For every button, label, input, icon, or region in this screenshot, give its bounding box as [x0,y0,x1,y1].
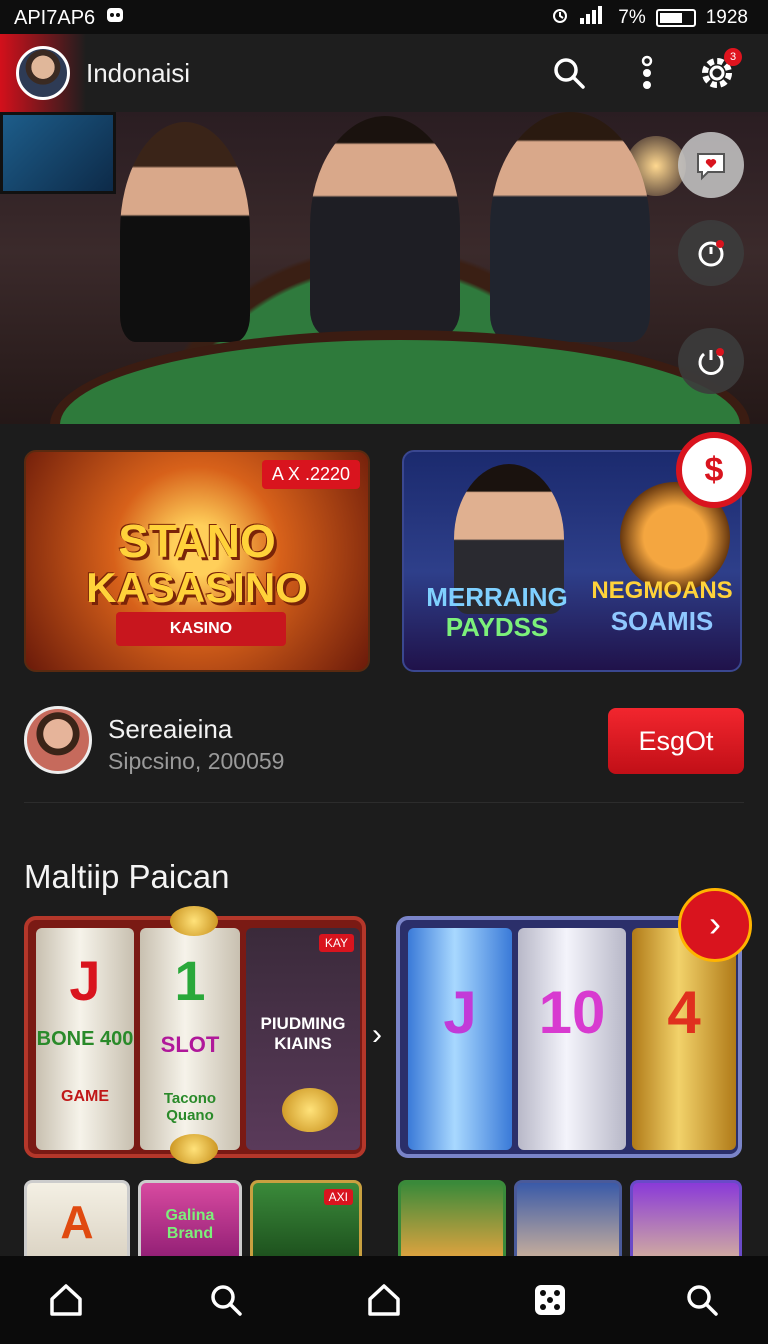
thumb1-label: A [60,1196,94,1248]
slot-game-left[interactable]: J BONE 400 GAME 1 SLOT Tacono Quano KAY … [24,916,366,1158]
thumb2-label: Galina Brand [165,1207,215,1242]
user-avatar[interactable] [24,706,92,774]
promo-headline-line1: STANO [118,515,276,567]
chevron-right-icon[interactable]: › [372,1018,382,1052]
timer-icon[interactable] [678,220,744,286]
signal-icon [580,6,608,30]
reel2-symbol-bottom: Tacono Quano [163,1090,217,1124]
dealer-woman [120,122,250,342]
clock: 1928 [705,7,748,28]
promo-badge: A X .2220 [261,460,360,489]
settings-gear-icon[interactable]: 3 [696,48,742,94]
thumb3-tag: AXI [323,1189,353,1205]
coin-bottom-icon [170,1134,218,1164]
dealer-man-right [490,112,650,342]
dice-icon[interactable] [528,1278,572,1322]
battery-icon [655,9,696,27]
promo-right-line4: SOAMIS [610,606,714,636]
hero-banner[interactable] [0,112,768,424]
search-nav-icon[interactable] [204,1278,248,1322]
poker-table [50,330,750,424]
home-icon[interactable] [44,1278,88,1322]
battery-percent: 7% [618,7,646,28]
promo-right-line2: PAYDSS [445,612,549,642]
user-name: Sereaieina [108,714,233,744]
dealer-man-center [310,116,460,336]
next-arrow-button[interactable]: › [678,888,752,962]
reel-blue-symbol: J [443,979,477,1046]
home-outline-icon[interactable] [362,1278,406,1322]
slot-reel-3: KAY PIUDMING KIAINS [246,928,360,1150]
reel-gold-symbol: 4 [667,979,701,1046]
promo-card-stano[interactable]: A X .2220 STANO KASASINO KASINO [24,450,370,672]
promo-right-line3: NEGMOANS [591,577,733,604]
promo-ribbon: KASINO [116,612,286,646]
app-title: Indonaisi [86,58,191,88]
slot-tag: KAY [318,934,354,952]
alarm-icon [550,5,570,31]
cta-button[interactable]: EsgOt [608,708,744,774]
chat-bubble-icon[interactable] [678,132,744,198]
reel1-symbol-mid: BONE 400 [36,1028,134,1050]
notification-app-icon [105,5,125,31]
coin-icon [282,1088,338,1132]
search-nav-icon-2[interactable] [680,1278,724,1322]
status-bar: API7AP6 7% 1928 [0,0,768,34]
section-title: Maltiip Paican [24,858,230,895]
reel1-symbol-bottom: GAME [61,1088,109,1105]
slot-reel-2: 1 SLOT Tacono Quano [140,928,240,1150]
power-timer-icon[interactable] [678,328,744,394]
user-subtitle: Sipcsino, 200059 [108,748,285,774]
reel2-symbol-mid: SLOT [160,1032,220,1057]
coin-top-icon [170,906,218,936]
reel1-symbol-top: J [69,949,101,1012]
slot-reel-blue: J [408,928,512,1150]
more-vertical-icon[interactable] [626,52,668,94]
reel2-symbol-top: 1 [174,949,206,1012]
reel3-caption: PIUDMING KIAINS [260,1014,346,1053]
hero-tv-screen [0,112,116,194]
promo-right-line1: MERRAING [426,582,568,612]
notification-badge: 3 [724,48,742,66]
search-icon[interactable] [548,52,590,94]
profile-avatar[interactable] [16,46,70,100]
bottom-navigation [0,1256,768,1344]
promo-headline-line2: KASASINO [86,564,308,611]
status-left-text: API7AP6 [14,6,96,29]
divider [24,802,744,803]
slot-reel-1: J BONE 400 GAME [36,928,134,1150]
app-bar: Indonaisi 3 [0,34,768,112]
dollar-badge[interactable]: $ [676,432,752,508]
reel-white-symbol: 10 [538,979,606,1046]
slot-reel-white: 10 [518,928,626,1150]
